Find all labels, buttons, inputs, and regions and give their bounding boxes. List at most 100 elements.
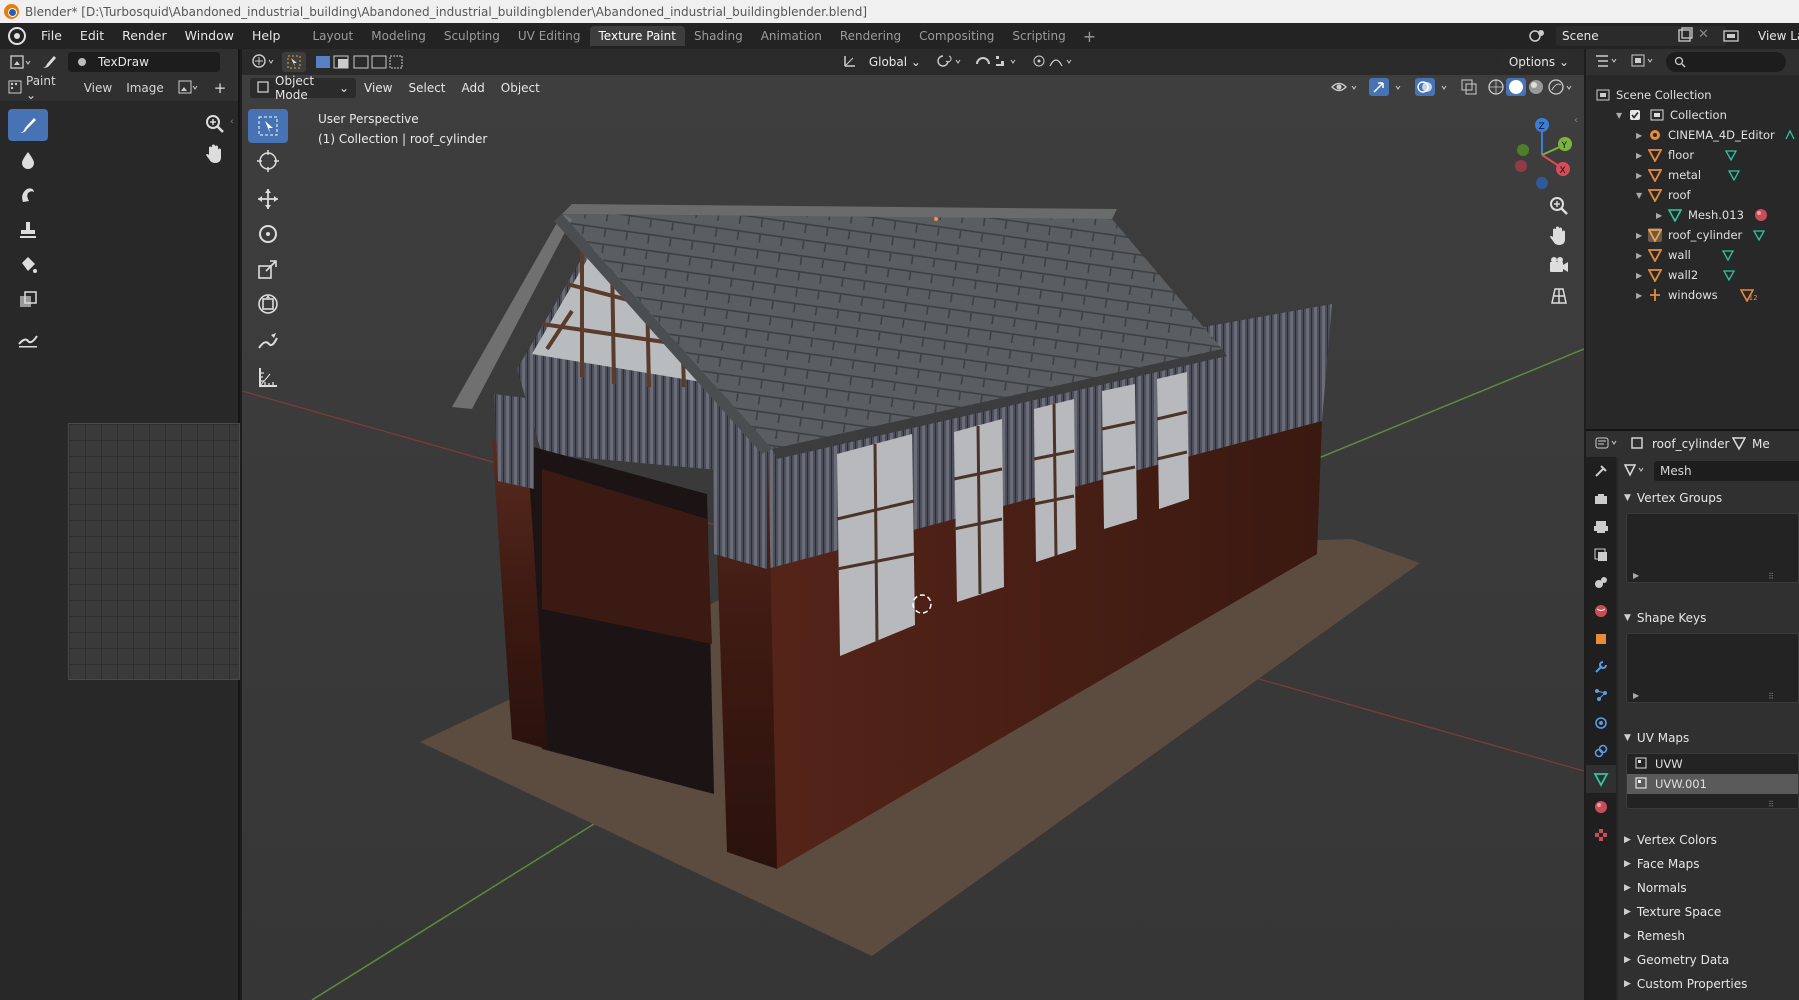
overlays-toggle-icon[interactable] <box>1414 77 1452 100</box>
shape-keys-list[interactable]: ▶ ⠿ <box>1626 633 1799 703</box>
tab-scene[interactable] <box>1586 569 1616 597</box>
outliner-item-mesh-013[interactable]: ▶ Mesh.013 <box>1656 205 1774 225</box>
clone-tool-button[interactable] <box>8 214 48 246</box>
select-box-tool[interactable] <box>248 109 288 143</box>
annotate-tool-button[interactable] <box>8 322 48 354</box>
outliner-item-metal[interactable]: ▶ metal <box>1636 165 1747 185</box>
tab-scripting[interactable]: Scripting <box>1003 26 1074 46</box>
mask-tool-button[interactable] <box>8 284 48 316</box>
shape-keys-panel-header[interactable]: ▼ Shape Keys <box>1624 607 1706 629</box>
outliner-item-windows[interactable]: ▶ windows 12 <box>1636 285 1760 305</box>
selection-mode-icons[interactable] <box>314 53 404 71</box>
rotate-tool[interactable] <box>248 217 288 251</box>
fill-tool-button[interactable] <box>8 249 48 281</box>
xray-toggle-icon[interactable] <box>1460 78 1478 99</box>
measure-tool[interactable] <box>248 360 288 394</box>
brush-name-field[interactable]: TexDraw <box>68 52 220 72</box>
annotate-tool[interactable] <box>248 325 288 359</box>
outliner-item-roof-cylinder[interactable]: ▶ roof_cylinder <box>1636 225 1772 245</box>
outliner-editor-type-icon[interactable] <box>1594 53 1620 72</box>
add-workspace-button[interactable]: + <box>1075 27 1104 46</box>
visibility-icon[interactable] <box>1330 78 1360 99</box>
remesh-panel[interactable]: ▶ Remesh <box>1624 925 1685 947</box>
tab-constraints[interactable] <box>1586 737 1616 765</box>
camera-view-icon[interactable] <box>1546 253 1572 279</box>
gizmo-toggle-icon[interactable] <box>1368 77 1406 100</box>
tab-material[interactable] <box>1586 793 1616 821</box>
uv-maps-panel-header[interactable]: ▼ UV Maps <box>1624 727 1689 749</box>
viewport-pan-icon[interactable] <box>1546 223 1572 249</box>
texture-space-panel[interactable]: ▶ Texture Space <box>1624 901 1721 923</box>
menu-help[interactable]: Help <box>243 23 290 49</box>
face-maps-panel[interactable]: ▶ Face Maps <box>1624 853 1699 875</box>
list-resize-handle[interactable]: ⠿ <box>1768 572 1774 581</box>
select-tool-icon[interactable] <box>282 52 306 72</box>
outliner-item-cinema-4d-editor[interactable]: ▶ CINEMA_4D_Editor <box>1636 125 1799 145</box>
outliner-item-floor[interactable]: ▶ floor <box>1636 145 1744 165</box>
outliner-item-wall2[interactable]: ▶ wall2 <box>1636 265 1742 285</box>
tab-mesh-data[interactable] <box>1586 765 1616 793</box>
vertex-colors-panel[interactable]: ▶ Vertex Colors <box>1624 829 1717 851</box>
pan-hand-icon[interactable] <box>202 141 228 167</box>
normals-panel[interactable]: ▶ Normals <box>1624 877 1687 899</box>
tab-modifiers[interactable] <box>1586 653 1616 681</box>
ortho-toggle-icon[interactable] <box>1546 283 1572 309</box>
uv-maps-list[interactable]: UVW UVW.001 ⠿ <box>1626 753 1799 809</box>
tab-view-layer[interactable] <box>1586 541 1616 569</box>
list-expand-arrow[interactable]: ▶ <box>1633 691 1639 700</box>
delete-scene-icon[interactable]: ✕ <box>1698 27 1712 45</box>
collapse-toolbar-arrow[interactable]: ‹ <box>230 117 234 127</box>
view-layer-icon[interactable] <box>1722 28 1744 44</box>
uv-map-row[interactable]: UVW <box>1627 754 1798 774</box>
menu-viewport-view[interactable]: View <box>356 81 400 95</box>
move-tool[interactable] <box>248 182 288 216</box>
tab-render[interactable] <box>1586 485 1616 513</box>
menu-edit[interactable]: Edit <box>71 23 113 49</box>
menu-image[interactable]: Image <box>126 81 164 95</box>
menu-window[interactable]: Window <box>176 23 243 49</box>
shading-modes-icons[interactable] <box>1486 77 1576 100</box>
tab-animation[interactable]: Animation <box>752 26 831 46</box>
sidebar-toggle-arrow[interactable]: ‹ <box>1574 115 1578 126</box>
list-resize-handle[interactable]: ⠿ <box>1768 692 1774 701</box>
menu-viewport-object[interactable]: Object <box>493 81 548 95</box>
blender-logo-icon[interactable] <box>8 27 26 45</box>
menu-viewport-select[interactable]: Select <box>400 81 453 95</box>
tab-layout[interactable]: Layout <box>303 26 362 46</box>
list-expand-arrow[interactable]: ▶ <box>1633 571 1639 580</box>
list-resize-handle[interactable]: ⠿ <box>1768 800 1774 809</box>
new-scene-icon[interactable] <box>1676 27 1694 45</box>
scale-tool[interactable] <box>248 252 288 286</box>
mesh-name-field[interactable]: Mesh <box>1654 461 1799 481</box>
geometry-data-panel[interactable]: ▶ Geometry Data <box>1624 949 1729 971</box>
custom-properties-panel[interactable]: ▶ Custom Properties <box>1624 973 1747 995</box>
vertex-groups-list[interactable]: ▶ ⠿ <box>1626 513 1799 583</box>
scene-selector-icon[interactable] <box>1526 27 1550 45</box>
menu-viewport-add[interactable]: Add <box>454 81 493 95</box>
proportional-edit-icon[interactable] <box>1030 52 1076 73</box>
view-layer-field[interactable]: View La <box>1758 26 1799 46</box>
tab-object[interactable] <box>1586 625 1616 653</box>
transform-tool[interactable] <box>248 287 288 321</box>
tab-uv-editing[interactable]: UV Editing <box>509 26 590 46</box>
tab-sculpting[interactable]: Sculpting <box>435 26 509 46</box>
paint-mode-dropdown[interactable]: Paint ⌄ <box>26 74 70 102</box>
tab-modeling[interactable]: Modeling <box>362 26 435 46</box>
viewport-editor-type-icon[interactable] <box>242 52 282 73</box>
tab-rendering[interactable]: Rendering <box>831 26 910 46</box>
tab-particles[interactable] <box>1586 681 1616 709</box>
navigation-gizmo[interactable]: Z Y X <box>1502 113 1582 193</box>
draw-tool-button[interactable] <box>8 109 48 141</box>
uv-image-canvas[interactable] <box>68 423 240 680</box>
outliner-item-roof[interactable]: ▼ roof <box>1636 185 1691 205</box>
collection-checkbox-icon[interactable] <box>1628 108 1642 122</box>
outliner-scene-collection[interactable]: Scene Collection <box>1594 85 1712 105</box>
image-browse-icon[interactable] <box>178 80 200 97</box>
3d-viewport[interactable]: Global ⌄ Options ⌄ Object Mode ⌄ View Se… <box>242 49 1584 1000</box>
menu-view[interactable]: View <box>84 81 112 95</box>
zoom-icon[interactable] <box>202 111 228 137</box>
vertex-groups-panel-header[interactable]: ▼ Vertex Groups <box>1624 487 1722 509</box>
brush-icon[interactable] <box>40 52 62 72</box>
orientation-dropdown[interactable]: Global ⌄ <box>862 52 926 72</box>
tab-texture-paint[interactable]: Texture Paint <box>589 26 685 46</box>
